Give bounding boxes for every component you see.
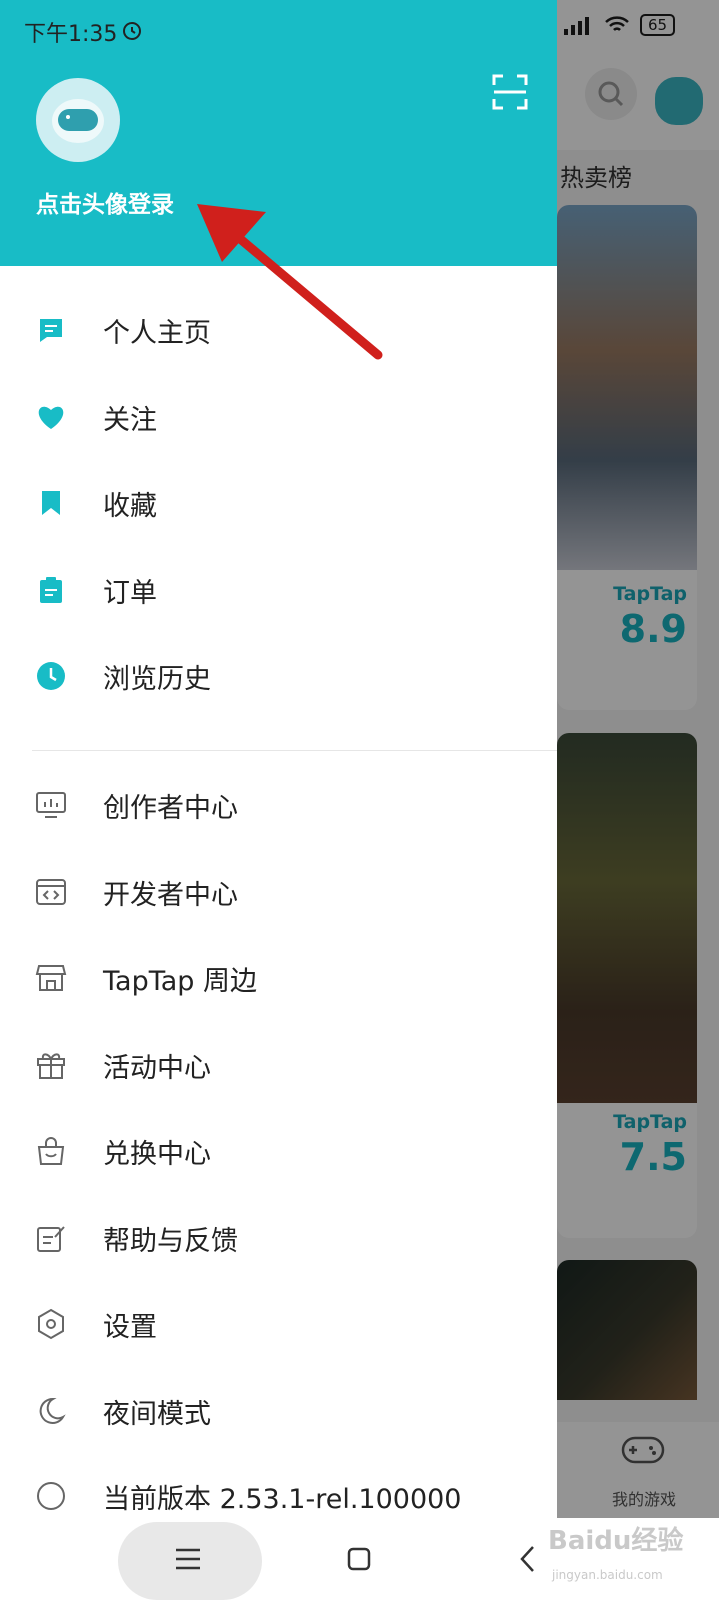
menu-item-label: 浏览历史 [103,663,211,695]
store-icon [34,961,68,995]
menu-item-label: 设置 [103,1311,157,1343]
login-prompt[interactable]: 点击头像登录 [36,185,174,219]
back-button[interactable] [518,1544,538,1574]
monitor-chart-icon [34,788,68,822]
menu-item-settings[interactable]: 设置 [0,1294,557,1354]
menu-item-events[interactable]: 活动中心 [0,1035,557,1095]
shopping-bag-icon [34,1134,68,1168]
code-window-icon [34,875,68,909]
clock-icon [34,659,68,693]
menu-item-developer-center[interactable]: 开发者中心 [0,862,557,922]
scan-icon[interactable] [492,74,528,110]
hexagon-settings-icon [34,1307,68,1341]
moon-icon [34,1394,68,1428]
menu-item-label: 当前版本 2.53.1-rel.100000 [103,1483,462,1515]
status-time: 下午1:35 [24,22,118,47]
home-button[interactable] [346,1546,372,1572]
signal-icon [564,17,589,35]
menu-item-help-feedback[interactable]: 帮助与反馈 [0,1208,557,1268]
menu-item-label: 开发者中心 [103,879,238,911]
menu-icon [176,1548,200,1570]
menu-item-label: 个人主页 [103,317,211,349]
clipboard-icon [34,573,68,607]
divider [32,750,557,751]
menu-item-version: 当前版本 2.53.1-rel.100000 [0,1466,557,1518]
heart-icon [34,400,68,434]
info-icon [34,1479,68,1513]
drawer-header: 下午1:35 点击头像登录 [0,0,557,266]
menu-item-night-mode[interactable]: 夜间模式 [0,1381,557,1441]
astronaut-avatar-icon [52,99,104,143]
bookmark-icon [34,486,68,520]
menu-item-label: 兑换中心 [103,1138,211,1170]
menu-item-profile[interactable]: 个人主页 [0,300,557,360]
menu-item-redeem[interactable]: 兑换中心 [0,1121,557,1181]
battery-indicator: 65 [640,14,676,36]
menu-item-label: 帮助与反馈 [103,1225,238,1257]
gift-icon [34,1048,68,1082]
menu-item-label: TapTap 周边 [103,965,257,997]
menu-item-label: 关注 [103,404,157,436]
comment-icon [34,313,68,347]
menu-item-orders[interactable]: 订单 [0,560,557,620]
menu-item-label: 夜间模式 [103,1398,211,1430]
navigation-drawer: 下午1:35 点击头像登录 个人主页 关注 收藏 订单 浏览历史 创作者中心 开… [0,0,557,1518]
watermark: Baidu经验 [548,1526,684,1556]
menu-item-merch[interactable]: TapTap 周边 [0,948,557,1008]
wifi-icon [605,16,629,31]
login-avatar[interactable] [36,78,120,162]
menu-item-favorites[interactable]: 收藏 [0,473,557,533]
edit-note-icon [34,1221,68,1255]
menu-item-label: 订单 [103,577,157,609]
menu-item-label: 活动中心 [103,1052,211,1084]
menu-item-label: 创作者中心 [103,792,238,824]
menu-item-label: 收藏 [103,490,157,522]
alarm-icon [123,22,141,40]
status-bar-right: 65 [562,14,676,36]
menu-item-follow[interactable]: 关注 [0,387,557,447]
menu-item-creator-center[interactable]: 创作者中心 [0,775,557,835]
watermark-url: jingyan.baidu.com [552,1568,663,1582]
menu-item-history[interactable]: 浏览历史 [0,646,557,706]
